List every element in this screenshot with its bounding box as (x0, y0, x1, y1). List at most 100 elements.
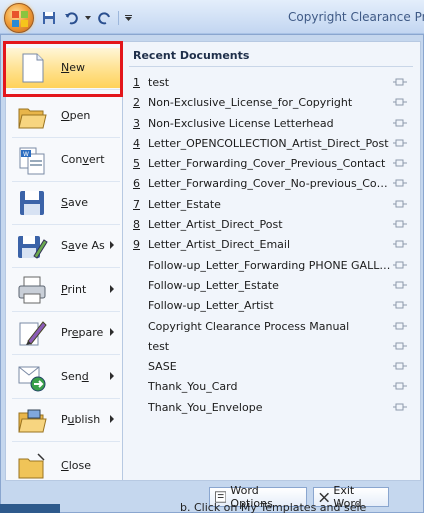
menu-item-send[interactable]: Send (6, 357, 122, 397)
pin-icon[interactable] (393, 239, 407, 249)
chevron-down-icon (124, 15, 132, 21)
recent-document-item[interactable]: 8 Letter_Artist_Direct_Post (123, 214, 419, 234)
recent-document-item[interactable]: Copyright Clearance Process Manual (123, 316, 419, 336)
recent-document-number: 3 (133, 116, 140, 130)
close-folder-icon (18, 453, 45, 479)
pin-icon[interactable] (393, 138, 407, 148)
submenu-arrow-icon (110, 415, 114, 423)
printer-icon (18, 276, 46, 304)
menu-item-label: New (61, 61, 85, 74)
recent-document-number: 2 (133, 96, 140, 110)
submenu-arrow-icon (110, 328, 114, 336)
menu-item-convert[interactable]: W Convert (6, 140, 122, 180)
recent-document-number: 4 (133, 136, 140, 150)
submenu-arrow-icon (110, 285, 114, 293)
recent-document-name: Thank_You_Card (148, 380, 238, 394)
recent-document-item[interactable]: Follow-up_Letter_Estate (123, 275, 419, 295)
recent-document-name: Non-Exclusive_License_for_Copyright (148, 96, 353, 110)
pin-icon[interactable] (393, 321, 407, 331)
pin-icon[interactable] (393, 341, 407, 351)
qat-save-button[interactable] (40, 9, 58, 27)
menu-item-publish[interactable]: Publish (6, 400, 122, 440)
recent-document-name: Follow-up_Letter_Artist (148, 299, 274, 313)
recent-document-name: Letter_OPENCOLLECTION_Artist_Direct_Post (148, 136, 389, 150)
office-logo-icon (12, 11, 28, 27)
menu-separator (12, 181, 120, 182)
recent-document-item[interactable]: SASE (123, 356, 419, 376)
recent-document-item[interactable]: Thank_You_Envelope (123, 397, 419, 417)
recent-document-item[interactable]: 4 Letter_OPENCOLLECTION_Artist_Direct_Pos… (123, 133, 419, 153)
menu-item-prepare[interactable]: Prepare (6, 313, 122, 353)
new-document-icon (22, 53, 44, 83)
undo-icon (65, 12, 78, 25)
recent-document-item[interactable]: 6 Letter_Forwarding_Cover_No-previous_Con… (123, 173, 419, 193)
title-bar: Copyright Clearance Pro (0, 0, 424, 34)
recent-documents-heading: Recent Documents (133, 49, 250, 62)
publish-icon (18, 409, 47, 433)
office-button[interactable] (4, 3, 34, 33)
save-icon (43, 12, 55, 24)
menu-item-save-as[interactable]: Save As (6, 226, 122, 266)
pin-icon[interactable] (393, 260, 407, 270)
pin-icon[interactable] (393, 97, 407, 107)
convert-icon: W (19, 147, 45, 175)
qat-undo-dropdown[interactable] (84, 9, 92, 27)
menu-separator (12, 267, 120, 268)
recent-document-number: 7 (133, 197, 140, 211)
recent-documents-list: 1 test 2 Non-Exclusive_License_for_Copyrigh… (123, 72, 419, 417)
pin-icon[interactable] (393, 158, 407, 168)
recent-document-item[interactable]: 5 Letter_Forwarding_Cover_Previous_Contac… (123, 153, 419, 173)
recent-document-name: Letter_Artist_Direct_Post (148, 218, 283, 232)
qat-customize-dropdown[interactable] (123, 9, 133, 27)
recent-document-item[interactable]: 2 Non-Exclusive_License_for_Copyright (123, 92, 419, 112)
pin-icon[interactable] (393, 361, 407, 371)
chevron-down-icon (85, 16, 91, 20)
submenu-arrow-icon (110, 372, 114, 380)
recent-document-item[interactable]: test (123, 336, 419, 356)
pin-icon[interactable] (393, 280, 407, 290)
menu-item-label: Send (61, 370, 89, 383)
menu-item-close[interactable]: Close (6, 446, 122, 486)
recent-document-item[interactable]: Follow-up_Letter_Forwarding PHONE GALLER… (123, 255, 419, 275)
recent-document-item[interactable]: 1 test (123, 72, 419, 92)
recent-document-number: 5 (133, 157, 140, 171)
menu-item-label: Prepare (61, 326, 104, 339)
document-background-strip (0, 504, 60, 513)
qat-separator (118, 11, 119, 25)
recent-document-item[interactable]: Follow-up_Letter_Artist (123, 295, 419, 315)
pin-icon[interactable] (393, 402, 407, 412)
recent-document-name: Thank_You_Envelope (148, 400, 263, 414)
menu-item-save[interactable]: Save (6, 183, 122, 223)
save-icon (20, 191, 44, 215)
recent-document-name: Letter_Forwarding_Cover_No-previous_Cont… (148, 177, 393, 191)
recent-document-name: test (148, 339, 170, 353)
recent-document-name: Letter_Estate (148, 197, 221, 211)
recent-document-item[interactable]: 9 Letter_Artist_Direct_Email (123, 234, 419, 254)
menu-item-label: Save (61, 196, 89, 209)
office-menu: New Open W Convert Save Save As Print Prepare Se… (0, 34, 424, 513)
recent-document-item[interactable]: Thank_You_Card (123, 376, 419, 396)
recent-document-name: Non-Exclusive License Letterhead (148, 116, 334, 130)
qat-redo-button[interactable] (96, 9, 114, 27)
menu-item-print[interactable]: Print (6, 270, 122, 310)
menu-item-open[interactable]: Open (6, 96, 122, 136)
recent-document-item[interactable]: 3 Non-Exclusive License Letterhead (123, 113, 419, 133)
recent-document-name: SASE (148, 360, 177, 374)
menu-separator (12, 354, 120, 355)
qat-undo-button[interactable] (62, 9, 80, 27)
recent-document-item[interactable]: 7 Letter_Estate (123, 194, 419, 214)
pin-icon[interactable] (393, 77, 407, 87)
pin-icon[interactable] (393, 118, 407, 128)
submenu-arrow-icon (110, 241, 114, 249)
menu-item-label: Print (61, 283, 87, 296)
pin-icon[interactable] (393, 219, 407, 229)
send-icon (18, 366, 46, 392)
menu-item-label: Convert (61, 153, 105, 166)
menu-item-new[interactable]: New (6, 48, 122, 88)
pin-icon[interactable] (393, 178, 407, 188)
save-as-icon (18, 236, 48, 259)
pin-icon[interactable] (393, 300, 407, 310)
pin-icon[interactable] (393, 199, 407, 209)
recent-document-number: 1 (133, 76, 140, 89)
pin-icon[interactable] (393, 381, 407, 391)
